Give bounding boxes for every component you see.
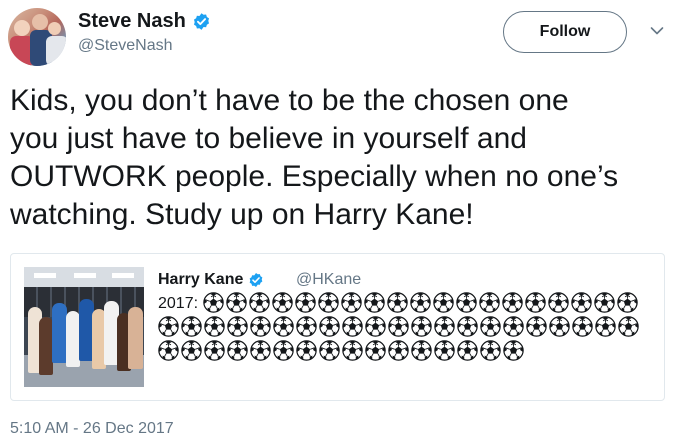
author-name-row[interactable]: Steve Nash [78,10,211,33]
soccer-ball-icon [593,292,615,313]
soccer-ball-icon [319,340,340,361]
soccer-ball-icon [296,316,317,337]
chevron-down-icon[interactable] [650,26,664,36]
soccer-ball-icon [294,292,316,313]
soccer-ball-icon [411,316,432,337]
author-avatar[interactable] [8,8,66,66]
tweet-timestamp[interactable]: 5:10 AM - 26 Dec 2017 [10,420,174,438]
soccer-ball-icon [411,340,432,361]
soccer-ball-icon [524,292,546,313]
soccer-ball-icon [457,340,478,361]
quoted-author-row[interactable]: Harry Kane [158,271,264,289]
soccer-ball-icon [365,316,386,337]
verified-badge-icon [250,273,263,287]
soccer-ball-icon [434,340,455,361]
soccer-ball-icon [273,340,294,361]
soccer-ball-icon [526,316,547,337]
soccer-ball-icon [248,292,270,313]
author-name[interactable]: Steve Nash [78,10,186,33]
soccer-ball-icon [618,316,639,337]
soccer-ball-icon [503,340,524,361]
soccer-ball-icon [365,340,386,361]
soccer-ball-icon [342,340,363,361]
soccer-ball-icon [204,340,225,361]
soccer-ball-icon [455,292,477,313]
soccer-ball-icon [342,316,363,337]
soccer-ball-icon [181,316,202,337]
soccer-ball-icon [503,316,524,337]
soccer-ball-icon [202,292,224,313]
soccer-ball-icon [227,340,248,361]
soccer-ball-icon [250,340,271,361]
soccer-ball-icon [181,340,202,361]
soccer-ball-icon [480,340,501,361]
soccer-ball-icon [227,316,248,337]
verified-badge-icon [193,13,209,30]
soccer-ball-emoji-list [158,292,641,361]
soccer-ball-icon [319,316,340,337]
soccer-ball-icon [434,316,455,337]
soccer-ball-icon [570,292,592,313]
quoted-tweet-card[interactable]: Harry Kane @HKane 2017: [10,253,665,401]
follow-button[interactable]: Follow [503,11,627,53]
soccer-ball-icon [317,292,339,313]
soccer-ball-icon [340,292,362,313]
quoted-tweet-prefix: 2017: [158,295,199,312]
soccer-ball-icon [271,292,293,313]
soccer-ball-icon [225,292,247,313]
soccer-ball-icon [363,292,385,313]
tweet-text: Kids, you don’t have to be the chosen on… [10,84,619,231]
soccer-ball-icon [547,292,569,313]
soccer-ball-icon [501,292,523,313]
soccer-ball-icon [480,316,501,337]
soccer-ball-icon [273,316,294,337]
quoted-tweet-text: 2017: [158,292,658,364]
soccer-ball-icon [386,292,408,313]
soccer-ball-icon [158,340,179,361]
soccer-ball-icon [250,316,271,337]
soccer-ball-icon [296,340,317,361]
soccer-ball-icon [432,292,454,313]
soccer-ball-icon [616,292,638,313]
soccer-ball-icon [549,316,570,337]
soccer-ball-icon [204,316,225,337]
soccer-ball-icon [409,292,431,313]
soccer-ball-icon [572,316,593,337]
soccer-ball-icon [478,292,500,313]
quoted-author-name[interactable]: Harry Kane [158,271,243,289]
author-handle[interactable]: @SteveNash [78,37,173,55]
soccer-ball-icon [388,316,409,337]
soccer-ball-icon [457,316,478,337]
quoted-author-handle[interactable]: @HKane [296,271,361,289]
quoted-tweet-media[interactable] [24,267,144,387]
soccer-ball-icon [158,316,179,337]
soccer-ball-icon [388,340,409,361]
soccer-ball-icon [595,316,616,337]
